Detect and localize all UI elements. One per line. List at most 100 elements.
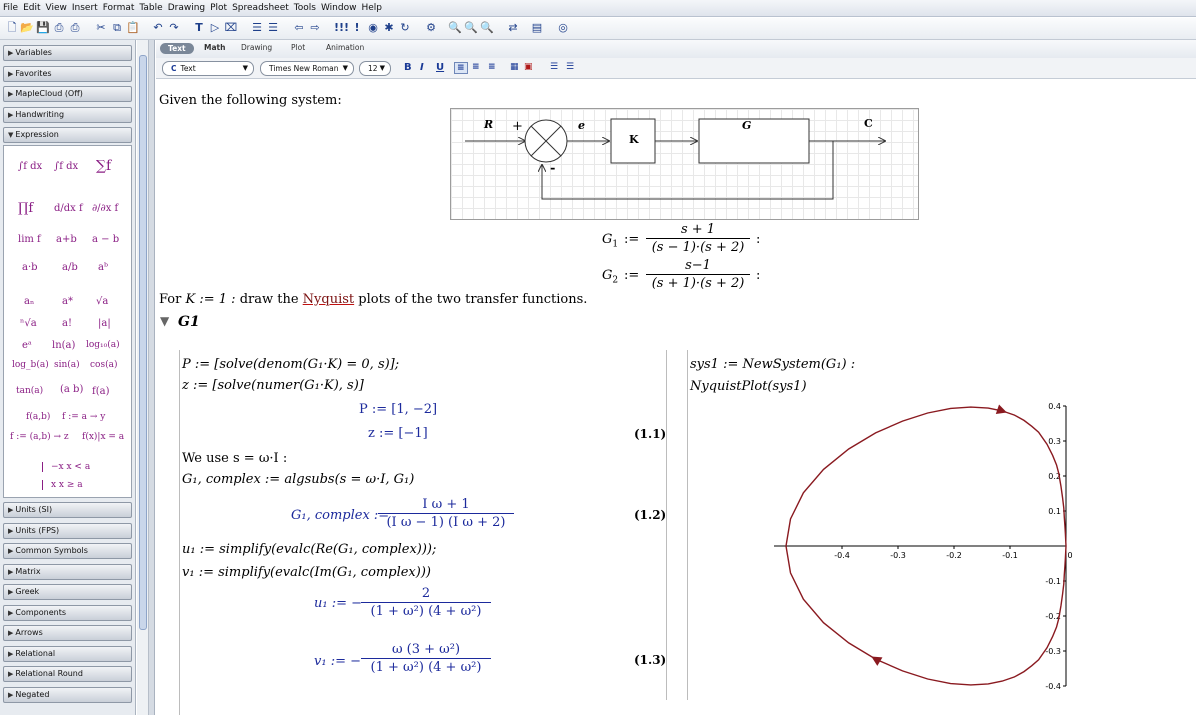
save-icon[interactable]: 💾 xyxy=(36,21,50,35)
palette-greek[interactable]: ▶ Greek xyxy=(3,584,132,600)
italic-button[interactable]: I xyxy=(420,62,424,73)
menu-file[interactable]: File xyxy=(3,3,18,13)
menu-tools[interactable]: Tools xyxy=(294,3,316,13)
expr-abs[interactable]: |a| xyxy=(98,318,111,329)
expr-tan[interactable]: tan(a) xyxy=(16,386,43,396)
expr-factorial[interactable]: a! xyxy=(62,318,72,329)
execute-all-icon[interactable]: !!! xyxy=(334,21,349,35)
palette-favorites[interactable]: ▶ Favorites xyxy=(3,66,132,82)
zoom-out-icon[interactable]: 🔍 xyxy=(480,21,494,35)
expr-product[interactable]: ∏f xyxy=(18,201,33,216)
menu-spreadsheet[interactable]: Spreadsheet xyxy=(232,3,289,13)
interrupt-icon[interactable]: ✱ xyxy=(382,21,396,35)
palette-variables[interactable]: ▶ Variables xyxy=(3,45,132,61)
mode-animation-tab[interactable]: Animation xyxy=(326,43,364,52)
palette-negated[interactable]: ▶ Negated xyxy=(3,687,132,703)
new-document-icon[interactable]: 🗋 xyxy=(5,21,19,35)
menu-window[interactable]: Window xyxy=(321,3,357,13)
palette-relational-round[interactable]: ▶ Relational Round xyxy=(3,666,132,682)
input-nyquist-plot[interactable]: NyquistPlot(sys1) xyxy=(690,379,807,394)
zoom-actual-icon[interactable]: 🔍 xyxy=(464,21,478,35)
expr-limit[interactable]: lim f xyxy=(18,234,41,245)
bold-button[interactable]: B xyxy=(404,62,412,73)
menu-view[interactable]: View xyxy=(46,3,67,13)
expr-power[interactable]: aᵇ xyxy=(98,262,108,273)
expr-partial-derivative[interactable]: ∂/∂x f xyxy=(92,203,118,214)
menu-drawing[interactable]: Drawing xyxy=(168,3,205,13)
expr-derivative[interactable]: d/dx f xyxy=(54,203,83,214)
expr-cos[interactable]: cos(a) xyxy=(90,360,117,370)
expr-sqrt[interactable]: √a xyxy=(96,296,108,307)
assistant-icon[interactable]: ◎ xyxy=(556,21,570,35)
expr-multiply[interactable]: a·b xyxy=(22,262,38,273)
menu-format[interactable]: Format xyxy=(103,3,135,13)
indent-icon[interactable]: ☰ xyxy=(250,21,264,35)
palette-arrows[interactable]: ▶ Arrows xyxy=(3,625,132,641)
expr-divide[interactable]: a/b xyxy=(62,262,78,273)
palette-components[interactable]: ▶ Components xyxy=(3,605,132,621)
expr-star[interactable]: a* xyxy=(62,296,73,307)
palette-matrix[interactable]: ▶ Matrix xyxy=(3,564,132,580)
style-select[interactable]: C Text ▼ xyxy=(162,61,254,76)
restart-icon[interactable]: ↻ xyxy=(398,21,412,35)
help-icon[interactable]: ▤ xyxy=(530,21,544,35)
cut-icon[interactable]: ✂ xyxy=(94,21,108,35)
expr-ln[interactable]: ln(a) xyxy=(52,340,75,351)
menu-edit[interactable]: Edit xyxy=(23,3,40,13)
expr-log10[interactable]: log₁₀(a) xyxy=(86,340,120,350)
palette-scrollbar[interactable] xyxy=(137,40,149,715)
text-color-icon[interactable]: ▦ xyxy=(510,62,519,72)
mode-text-tab[interactable]: Text xyxy=(160,43,194,54)
settings-icon[interactable]: ⚙ xyxy=(424,21,438,35)
toggle-icon[interactable]: ⇄ xyxy=(506,21,520,35)
font-size-select[interactable]: 12 ▼ xyxy=(359,61,391,76)
nyquist-link[interactable]: Nyquist xyxy=(303,292,354,307)
open-icon[interactable]: 📂 xyxy=(20,21,34,35)
font-select[interactable]: Times New Roman ▼ xyxy=(260,61,354,76)
align-right-icon[interactable]: ≡ xyxy=(488,62,496,72)
menu-table[interactable]: Table xyxy=(139,3,162,13)
menu-plot[interactable]: Plot xyxy=(210,3,227,13)
expr-piecewise-row2[interactable]: x x ≥ a xyxy=(42,480,83,490)
expr-sum[interactable]: ∑f xyxy=(96,158,111,174)
expr-add[interactable]: a+b xyxy=(56,234,77,245)
palette-relational[interactable]: ▶ Relational xyxy=(3,646,132,662)
outdent-icon[interactable]: ☰ xyxy=(266,21,280,35)
expr-arrow-function[interactable]: f := a → y xyxy=(62,412,105,422)
mode-math-tab[interactable]: Math xyxy=(204,43,225,52)
expr-subscript[interactable]: aₙ xyxy=(24,296,34,307)
expr-function[interactable]: f(a) xyxy=(92,386,109,397)
palette-scrollbar-thumb[interactable] xyxy=(139,55,147,630)
input-new-system[interactable]: sys1 := NewSystem(G₁) : xyxy=(690,357,855,372)
print-preview-icon[interactable]: ⎙ xyxy=(68,21,82,35)
debug-icon[interactable]: ◉ xyxy=(366,21,380,35)
insert-math-icon[interactable]: ▷ xyxy=(208,21,222,35)
input-g-complex[interactable]: G₁, complex := algsubs(s = ω·I, G₁) xyxy=(182,472,414,487)
palette-expression[interactable]: ▼ Expression xyxy=(3,127,132,143)
palette-units-si[interactable]: ▶ Units (SI) xyxy=(3,502,132,518)
expr-function-two-args[interactable]: f(a,b) xyxy=(26,412,50,422)
expr-piecewise-row1[interactable]: −x x < a xyxy=(42,462,90,472)
input-zeros[interactable]: z := [solve(numer(G₁·K), s)] xyxy=(182,378,364,393)
zoom-in-icon[interactable]: 🔍 xyxy=(448,21,462,35)
expr-exp[interactable]: eᵃ xyxy=(22,340,32,351)
align-center-icon[interactable]: ≡ xyxy=(472,62,480,72)
input-u1[interactable]: u₁ := simplify(evalc(Re(G₁, complex))); xyxy=(182,542,436,557)
input-poles[interactable]: P := [solve(denom(G₁·K) = 0, s)]; xyxy=(182,357,399,372)
expr-arrow-function-two-args[interactable]: f := (a,b) → z xyxy=(10,432,69,442)
numbered-list-icon[interactable]: ☰ xyxy=(566,62,574,72)
palette-splitter[interactable] xyxy=(149,40,155,715)
redo-icon[interactable]: ↷ xyxy=(167,21,181,35)
expr-nth-root[interactable]: ⁿ√a xyxy=(20,318,37,329)
expr-binomial[interactable]: (a b) xyxy=(60,384,83,395)
highlight-color-icon[interactable]: ▣ xyxy=(524,62,533,72)
palette-maplecloud[interactable]: ▶ MapleCloud (Off) xyxy=(3,86,132,102)
paste-icon[interactable]: 📋 xyxy=(126,21,140,35)
menu-help[interactable]: Help xyxy=(361,3,382,13)
mode-drawing-tab[interactable]: Drawing xyxy=(241,43,272,52)
insert-text-icon[interactable]: T xyxy=(192,21,206,35)
align-left-icon[interactable]: ≡ xyxy=(454,62,468,74)
worksheet-document[interactable]: Given the following system: R + - e K G … xyxy=(156,80,1196,715)
print-icon[interactable]: ⎙ xyxy=(52,21,66,35)
menu-insert[interactable]: Insert xyxy=(72,3,98,13)
